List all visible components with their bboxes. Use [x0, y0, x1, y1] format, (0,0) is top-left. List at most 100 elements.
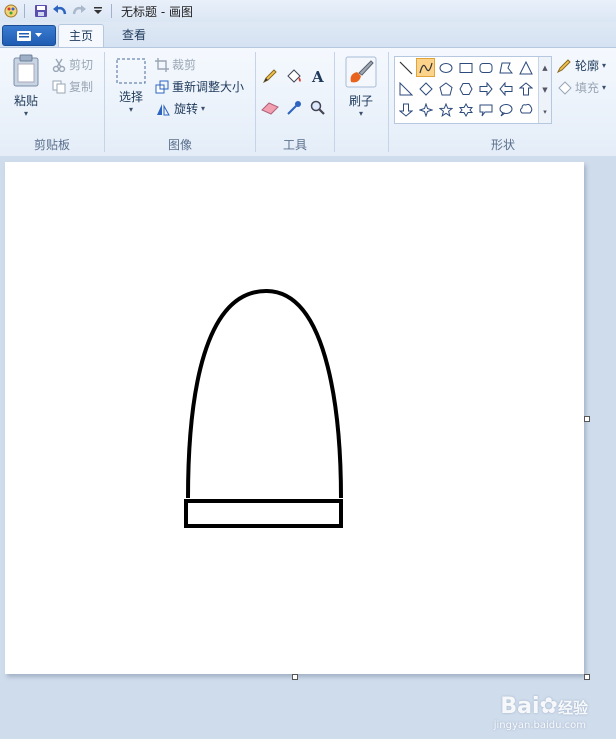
six-point-star-shape[interactable] — [456, 100, 475, 119]
resize-handle-bottom[interactable] — [292, 674, 298, 680]
right-arrow-icon — [479, 81, 493, 96]
select-label: 选择 — [118, 90, 143, 104]
select-button[interactable]: 选择 ▾ — [113, 58, 149, 115]
rotate-icon — [157, 103, 170, 115]
shapes-gallery-scroll[interactable]: ▲ ▼ ▾ — [538, 57, 551, 123]
pencil-tool[interactable] — [260, 66, 280, 86]
rotate-label: 旋转 — [174, 102, 199, 116]
oval-callout-shape[interactable] — [496, 100, 515, 119]
redo-icon[interactable] — [71, 3, 87, 19]
outline-label: 轮廓 — [575, 59, 600, 73]
oval-callout-icon — [499, 103, 512, 116]
title-bar: 无标题 - 画图 — [0, 0, 616, 23]
image-group-label: 图像 — [167, 138, 192, 152]
brushes-label: 刷子 — [348, 94, 373, 108]
image-group: 选择 ▾ 裁剪 重新调整大小 旋转 ▾ 图像 — [105, 48, 255, 156]
crop-icon — [155, 57, 169, 72]
paste-button[interactable]: 粘贴 ▾ — [8, 54, 44, 119]
cloud-callout-shape[interactable] — [516, 100, 535, 119]
right-arrow-shape[interactable] — [476, 79, 495, 98]
hexagon-shape[interactable] — [456, 79, 475, 98]
curve-shape[interactable] — [416, 58, 435, 77]
chevron-down-icon: ▾ — [128, 105, 133, 114]
tools-group: A 工具 — [256, 48, 334, 156]
up-arrow-shape[interactable] — [516, 79, 535, 98]
tab-view[interactable]: 查看 — [112, 24, 156, 47]
paint-app-icon[interactable] — [3, 3, 19, 19]
polygon-shape[interactable] — [496, 58, 515, 77]
oval-shape[interactable] — [436, 58, 455, 77]
expand-gallery-icon[interactable]: ▾ — [543, 108, 547, 116]
color-picker-tool[interactable] — [284, 98, 304, 118]
cut-button[interactable]: 剪切 — [52, 56, 93, 73]
chevron-down-icon: ▾ — [23, 109, 28, 118]
eraser-tool[interactable] — [260, 98, 280, 118]
resize-handle-corner[interactable] — [584, 674, 590, 680]
eyedropper-icon — [287, 101, 301, 115]
outline-button[interactable]: 轮廓 ▾ — [556, 57, 606, 74]
fill-button[interactable]: 填充 ▾ — [556, 79, 606, 96]
up-arrow-icon — [518, 81, 533, 95]
baidu-watermark: Bai✿经验 — [500, 694, 588, 719]
customize-quick-access-icon[interactable] — [90, 3, 106, 19]
right-triangle-icon — [399, 81, 413, 95]
cloud-callout-icon — [519, 103, 532, 113]
five-point-star-shape[interactable] — [436, 100, 455, 119]
fill-label: 填充 — [575, 81, 600, 95]
diamond-shape[interactable] — [416, 79, 435, 98]
paint-bucket-icon — [287, 69, 301, 83]
paste-label: 粘贴 — [13, 94, 38, 108]
four-point-star-shape[interactable] — [416, 100, 435, 119]
resize-handle-right[interactable] — [584, 416, 590, 422]
divider — [111, 4, 112, 18]
paint-menu-button[interactable] — [2, 25, 56, 46]
chevron-down-icon: ▾ — [602, 82, 607, 92]
text-tool[interactable]: A — [308, 66, 328, 86]
text-icon: A — [311, 68, 324, 84]
drawing-canvas[interactable] — [5, 162, 584, 674]
five-point-star-icon — [438, 102, 453, 117]
polygon-icon — [498, 62, 513, 73]
save-icon[interactable] — [33, 3, 49, 19]
right-triangle-shape[interactable] — [396, 79, 415, 98]
brushes-button[interactable]: 刷子 ▾ — [343, 56, 379, 119]
diamond-icon — [418, 81, 433, 96]
tab-home[interactable]: 主页 — [58, 24, 105, 48]
brushes-group: 刷子 ▾ — [335, 48, 387, 156]
curve-icon — [418, 62, 433, 73]
triangle-shape[interactable] — [516, 58, 535, 77]
rounded-rectangle-shape[interactable] — [476, 58, 495, 77]
left-arrow-shape[interactable] — [496, 79, 515, 98]
down-arrow-icon — [398, 103, 413, 117]
magnifier-tool[interactable] — [308, 98, 328, 118]
undo-icon[interactable] — [52, 3, 68, 19]
ribbon: 粘贴 ▾ 剪切 复制 剪贴板 选择 ▾ 裁剪 重新调整大小 旋转 ▾ 图像 A … — [0, 47, 616, 157]
rectangle-shape[interactable] — [456, 58, 475, 77]
chevron-down-icon: ▾ — [602, 60, 607, 70]
scroll-up-icon[interactable]: ▲ — [542, 64, 547, 72]
crop-button[interactable]: 裁剪 — [155, 56, 196, 73]
clipboard-group-label: 剪贴板 — [33, 138, 70, 152]
divider — [388, 52, 389, 152]
watermark-brand2: 经验 — [557, 699, 588, 717]
chevron-down-icon — [34, 33, 42, 37]
paw-icon: ✿ — [539, 694, 558, 719]
arch-shape — [186, 288, 343, 499]
fill-bucket-icon — [558, 80, 572, 95]
outline-pencil-icon — [556, 58, 571, 73]
rect-callout-shape[interactable] — [476, 100, 495, 119]
down-arrow-shape[interactable] — [396, 100, 415, 119]
pencil-icon — [262, 69, 277, 84]
rotate-button[interactable]: 旋转 ▾ — [155, 100, 205, 117]
divider — [24, 4, 25, 18]
line-shape[interactable] — [396, 58, 415, 77]
copy-icon — [52, 80, 66, 93]
left-arrow-icon — [498, 81, 512, 96]
fill-tool[interactable] — [284, 66, 304, 86]
copy-button[interactable]: 复制 — [52, 78, 93, 95]
rounded-rectangle-icon — [479, 62, 492, 73]
resize-button[interactable]: 重新调整大小 — [155, 78, 244, 95]
pentagon-shape[interactable] — [436, 79, 455, 98]
scroll-down-icon[interactable]: ▼ — [542, 86, 547, 94]
window-title: 无标题 - 画图 — [121, 4, 193, 19]
